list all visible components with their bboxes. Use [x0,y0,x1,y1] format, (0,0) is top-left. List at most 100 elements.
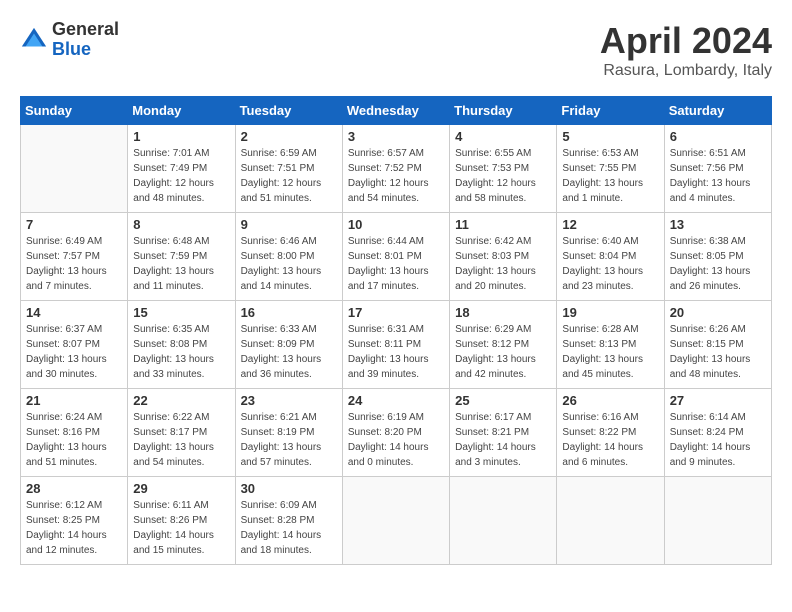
calendar-cell: 3 Sunrise: 6:57 AMSunset: 7:52 PMDaylight… [342,125,449,213]
day-number: 28 [26,481,122,496]
header-tuesday: Tuesday [235,97,342,125]
day-number: 27 [670,393,766,408]
day-number: 26 [562,393,658,408]
day-number: 1 [133,129,229,144]
day-info: Sunrise: 6:33 AMSunset: 8:09 PMDaylight:… [241,322,337,382]
day-number: 9 [241,217,337,232]
logo-icon [20,26,48,54]
calendar-cell: 30Sunrise: 6:09 AMSunset: 8:28 PMDayligh… [235,477,342,565]
day-info: Sunrise: 6:11 AMSunset: 8:26 PMDaylight:… [133,498,229,558]
day-info: Sunrise: 6:37 AMSunset: 8:07 PMDaylight:… [26,322,122,382]
day-number: 23 [241,393,337,408]
day-info: Sunrise: 6:55 AMSunset: 7:53 PMDaylight:… [455,146,551,206]
calendar-cell: 21Sunrise: 6:24 AMSunset: 8:16 PMDayligh… [21,389,128,477]
calendar-cell: 27 Sunrise: 6:14 AMSunset: 8:24 PMDayligh… [664,389,771,477]
calendar-cell: 4 Sunrise: 6:55 AMSunset: 7:53 PMDaylight… [450,125,557,213]
day-info: Sunrise: 6:42 AMSunset: 8:03 PMDaylight:… [455,234,551,294]
day-info: Sunrise: 6:51 AMSunset: 7:56 PMDaylight:… [670,146,766,206]
calendar-cell [450,477,557,565]
day-info: Sunrise: 6:29 AMSunset: 8:12 PMDaylight:… [455,322,551,382]
day-number: 30 [241,481,337,496]
header-row: SundayMondayTuesdayWednesdayThursdayFrid… [21,97,772,125]
day-info: Sunrise: 6:28 AMSunset: 8:13 PMDaylight:… [562,322,658,382]
day-info: Sunrise: 6:14 AMSunset: 8:24 PMDaylight:… [670,410,766,470]
header-sunday: Sunday [21,97,128,125]
calendar-cell: 11 Sunrise: 6:42 AMSunset: 8:03 PMDayligh… [450,213,557,301]
day-info: Sunrise: 7:01 AMSunset: 7:49 PMDaylight:… [133,146,229,206]
day-number: 8 [133,217,229,232]
day-number: 18 [455,305,551,320]
calendar-cell: 24Sunrise: 6:19 AMSunset: 8:20 PMDayligh… [342,389,449,477]
day-number: 3 [348,129,444,144]
calendar-cell: 23Sunrise: 6:21 AMSunset: 8:19 PMDayligh… [235,389,342,477]
header-wednesday: Wednesday [342,97,449,125]
day-info: Sunrise: 6:38 AMSunset: 8:05 PMDaylight:… [670,234,766,294]
week-row-2: 7Sunrise: 6:49 AMSunset: 7:57 PMDaylight… [21,213,772,301]
day-number: 5 [562,129,658,144]
day-number: 7 [26,217,122,232]
month-title: April 2024 [600,20,772,62]
day-info: Sunrise: 6:57 AMSunset: 7:52 PMDaylight:… [348,146,444,206]
day-number: 25 [455,393,551,408]
day-info: Sunrise: 6:44 AMSunset: 8:01 PMDaylight:… [348,234,444,294]
calendar-cell: 1 Sunrise: 7:01 AMSunset: 7:49 PMDaylight… [128,125,235,213]
week-row-4: 21Sunrise: 6:24 AMSunset: 8:16 PMDayligh… [21,389,772,477]
page-header: General Blue April 2024 Rasura, Lombardy… [20,20,772,80]
calendar-cell [664,477,771,565]
header-thursday: Thursday [450,97,557,125]
day-number: 17 [348,305,444,320]
day-info: Sunrise: 6:35 AMSunset: 8:08 PMDaylight:… [133,322,229,382]
calendar-cell: 25 Sunrise: 6:17 AMSunset: 8:21 PMDayligh… [450,389,557,477]
calendar-table: SundayMondayTuesdayWednesdayThursdayFrid… [20,96,772,565]
day-number: 19 [562,305,658,320]
day-number: 14 [26,305,122,320]
calendar-cell: 29 Sunrise: 6:11 AMSunset: 8:26 PMDayligh… [128,477,235,565]
day-info: Sunrise: 6:16 AMSunset: 8:22 PMDaylight:… [562,410,658,470]
day-info: Sunrise: 6:12 AMSunset: 8:25 PMDaylight:… [26,498,122,558]
day-info: Sunrise: 6:53 AMSunset: 7:55 PMDaylight:… [562,146,658,206]
week-row-3: 14 Sunrise: 6:37 AMSunset: 8:07 PMDayligh… [21,301,772,389]
day-number: 4 [455,129,551,144]
day-number: 24 [348,393,444,408]
day-number: 2 [241,129,337,144]
day-number: 10 [348,217,444,232]
day-info: Sunrise: 6:26 AMSunset: 8:15 PMDaylight:… [670,322,766,382]
week-row-5: 28 Sunrise: 6:12 AMSunset: 8:25 PMDayligh… [21,477,772,565]
logo: General Blue [20,20,119,60]
header-monday: Monday [128,97,235,125]
day-number: 22 [133,393,229,408]
day-number: 12 [562,217,658,232]
calendar-cell [557,477,664,565]
calendar-cell: 22Sunrise: 6:22 AMSunset: 8:17 PMDayligh… [128,389,235,477]
header-saturday: Saturday [664,97,771,125]
calendar-cell: 10 Sunrise: 6:44 AMSunset: 8:01 PMDayligh… [342,213,449,301]
location-title: Rasura, Lombardy, Italy [600,62,772,80]
day-number: 16 [241,305,337,320]
calendar-cell: 16 Sunrise: 6:33 AMSunset: 8:09 PMDayligh… [235,301,342,389]
logo-blue-text: Blue [52,40,119,60]
calendar-cell: 20Sunrise: 6:26 AMSunset: 8:15 PMDayligh… [664,301,771,389]
calendar-cell: 6 Sunrise: 6:51 AMSunset: 7:56 PMDaylight… [664,125,771,213]
day-number: 29 [133,481,229,496]
calendar-cell: 2 Sunrise: 6:59 AMSunset: 7:51 PMDaylight… [235,125,342,213]
day-info: Sunrise: 6:59 AMSunset: 7:51 PMDaylight:… [241,146,337,206]
calendar-cell: 7Sunrise: 6:49 AMSunset: 7:57 PMDaylight… [21,213,128,301]
calendar-cell: 18 Sunrise: 6:29 AMSunset: 8:12 PMDayligh… [450,301,557,389]
calendar-cell: 14 Sunrise: 6:37 AMSunset: 8:07 PMDayligh… [21,301,128,389]
day-number: 6 [670,129,766,144]
day-info: Sunrise: 6:31 AMSunset: 8:11 PMDaylight:… [348,322,444,382]
logo-text: General Blue [52,20,119,60]
logo-general-text: General [52,20,119,40]
day-info: Sunrise: 6:46 AMSunset: 8:00 PMDaylight:… [241,234,337,294]
header-friday: Friday [557,97,664,125]
calendar-cell: 26 Sunrise: 6:16 AMSunset: 8:22 PMDayligh… [557,389,664,477]
day-info: Sunrise: 6:17 AMSunset: 8:21 PMDaylight:… [455,410,551,470]
day-number: 11 [455,217,551,232]
calendar-cell [342,477,449,565]
calendar-cell: 12Sunrise: 6:40 AMSunset: 8:04 PMDayligh… [557,213,664,301]
day-info: Sunrise: 6:48 AMSunset: 7:59 PMDaylight:… [133,234,229,294]
calendar-cell: 13Sunrise: 6:38 AMSunset: 8:05 PMDayligh… [664,213,771,301]
week-row-1: 1 Sunrise: 7:01 AMSunset: 7:49 PMDaylight… [21,125,772,213]
calendar-cell: 15Sunrise: 6:35 AMSunset: 8:08 PMDayligh… [128,301,235,389]
title-block: April 2024 Rasura, Lombardy, Italy [600,20,772,80]
